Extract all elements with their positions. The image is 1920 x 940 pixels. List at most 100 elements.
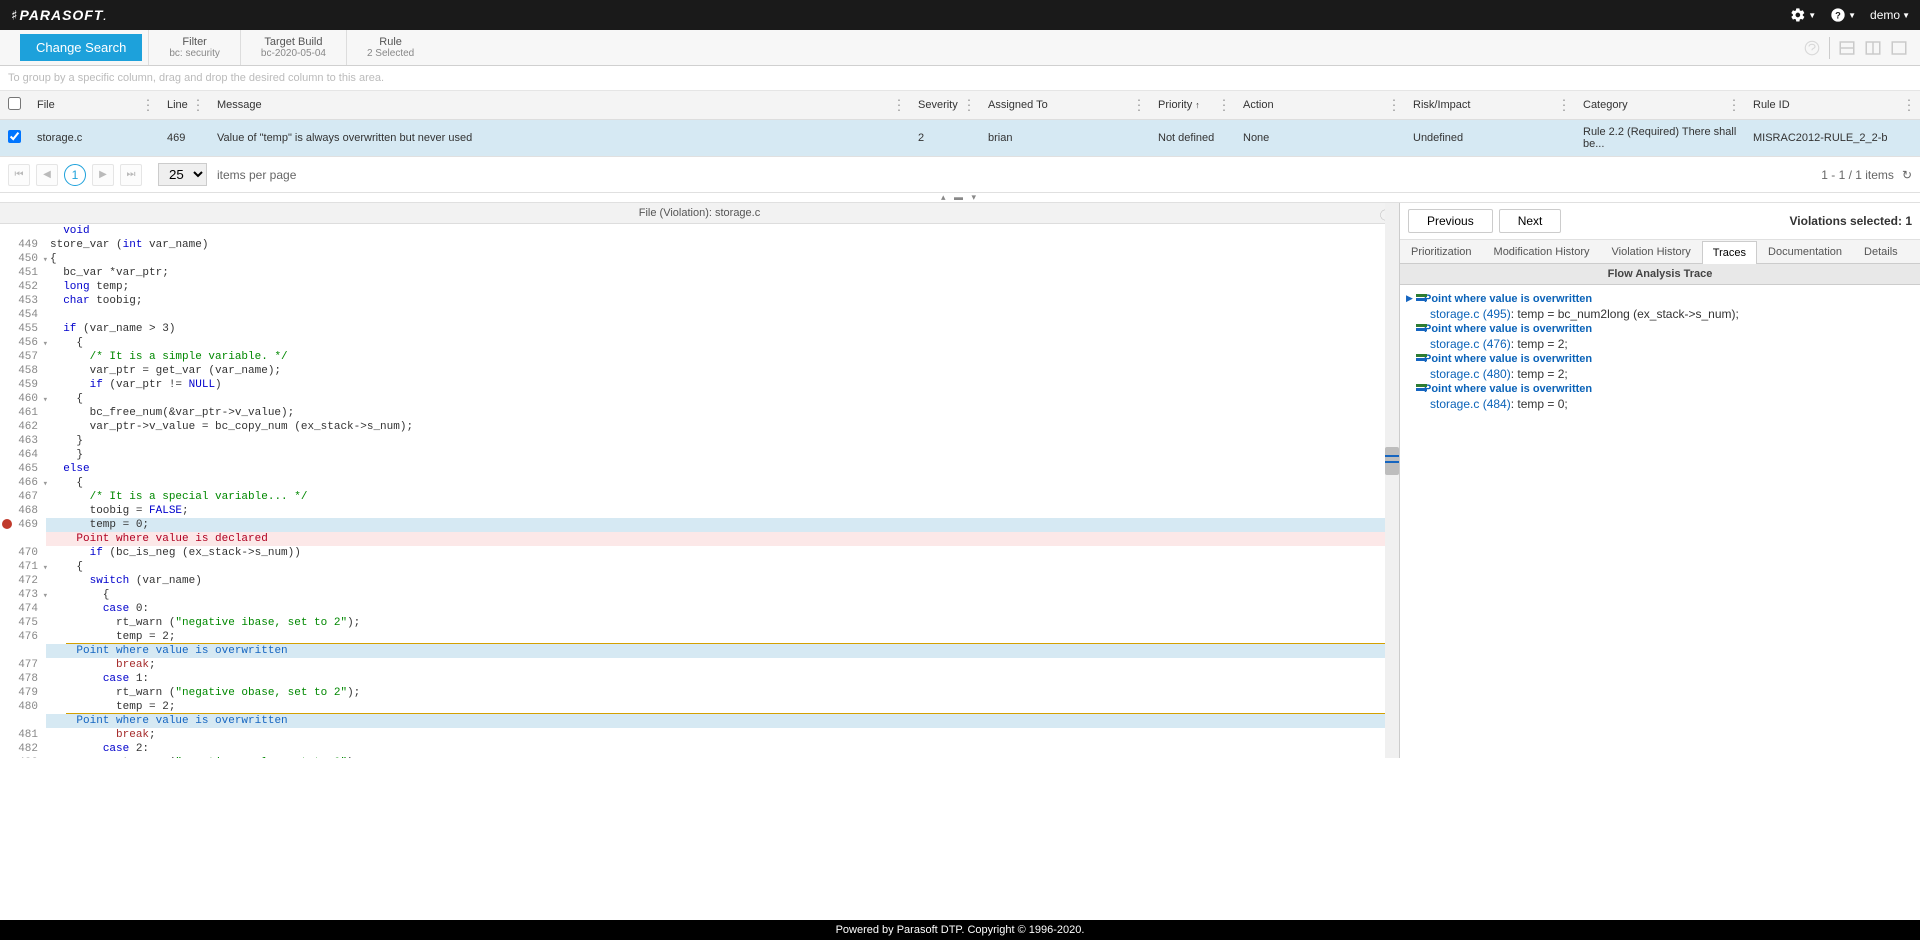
tab-prioritization[interactable]: Prioritization: [1400, 240, 1483, 263]
table-row[interactable]: storage.c 469 Value of "temp" is always …: [0, 120, 1920, 157]
filter-item-build[interactable]: Target Build bc-2020-05-04: [240, 30, 346, 65]
trace-item[interactable]: ▶ Point where value is overwritten: [1404, 291, 1916, 307]
prev-page-button[interactable]: ◀: [36, 164, 58, 186]
row-checkbox[interactable]: [8, 130, 21, 143]
line-number: 465: [0, 462, 46, 476]
code-line: 469 temp = 0;: [0, 518, 1399, 532]
trace-item[interactable]: Point where value is overwritten: [1404, 351, 1916, 367]
cell-action: None: [1235, 120, 1405, 157]
line-number: 481: [0, 728, 46, 742]
tab-violation-history[interactable]: Violation History: [1601, 240, 1702, 263]
col-line[interactable]: Line⋮: [159, 91, 209, 120]
tab-documentation[interactable]: Documentation: [1757, 240, 1853, 263]
code-line: 454: [0, 308, 1399, 322]
filter-label: Target Build: [264, 36, 322, 48]
code-line: 452 long temp;: [0, 280, 1399, 294]
trace-link[interactable]: Point where value is overwritten: [1424, 383, 1592, 395]
filter-item-filter[interactable]: Filter bc: security: [148, 30, 240, 65]
code-line: Point where value is declared: [0, 532, 1399, 546]
source-text: case 1:: [46, 672, 1399, 686]
fold-icon[interactable]: ▾: [43, 589, 48, 603]
code-line: 466▾ {: [0, 476, 1399, 490]
select-all-checkbox[interactable]: [8, 97, 21, 110]
tab-details[interactable]: Details: [1853, 240, 1909, 263]
line-number: 463: [0, 434, 46, 448]
next-button[interactable]: Next: [1499, 209, 1562, 233]
user-menu[interactable]: demo ▼: [1870, 8, 1910, 22]
fold-icon[interactable]: ▾: [43, 253, 48, 267]
trace-source-link[interactable]: storage.c (495): [1430, 307, 1511, 321]
line-number: 475: [0, 616, 46, 630]
line-number: 454: [0, 308, 46, 322]
help-menu[interactable]: ? ▼: [1830, 7, 1856, 23]
tab-traces[interactable]: Traces: [1702, 241, 1757, 264]
col-action[interactable]: Action⋮: [1235, 91, 1405, 120]
scroll-marker: [1385, 455, 1399, 457]
fold-icon[interactable]: ▾: [43, 561, 48, 575]
col-file[interactable]: File⋮: [29, 91, 159, 120]
col-severity[interactable]: Severity⋮: [910, 91, 980, 120]
scrollbar-track[interactable]: [1385, 203, 1399, 758]
tab-modification-history[interactable]: Modification History: [1483, 240, 1601, 263]
violation-marker-icon[interactable]: [2, 519, 12, 529]
filterbar: Change Search Filter bc: security Target…: [0, 30, 1920, 66]
code-line: 460▾ {: [0, 392, 1399, 406]
line-number: 469: [0, 518, 46, 532]
pagination: ⏮ ◀ 1 ▶ ⏭ 25 items per page 1 - 1 / 1 it…: [0, 156, 1920, 193]
source-text: rt_warn ("negative ibase, set to 2");: [46, 616, 1399, 630]
line-number: 457: [0, 350, 46, 364]
col-risk[interactable]: Risk/Impact⋮: [1405, 91, 1575, 120]
trace-source-link[interactable]: storage.c (480): [1430, 367, 1511, 381]
col-ruleid[interactable]: Rule ID⋮: [1745, 91, 1920, 120]
code-line: 455 if (var_name > 3): [0, 322, 1399, 336]
last-page-button[interactable]: ⏭: [120, 164, 142, 186]
trace-source-link[interactable]: storage.c (476): [1430, 337, 1511, 351]
trace-link[interactable]: Point where value is overwritten: [1424, 293, 1592, 305]
trace-link[interactable]: Point where value is overwritten: [1424, 323, 1592, 335]
source-text: {: [46, 476, 1399, 490]
cell-risk: Undefined: [1405, 120, 1575, 157]
settings-menu[interactable]: ▼: [1790, 7, 1816, 23]
expand-icon[interactable]: ▶: [1406, 293, 1413, 304]
horizontal-splitter[interactable]: ▴ ▬ ▾: [0, 193, 1920, 203]
code-line: 477 break;: [0, 658, 1399, 672]
cell-category: Rule 2.2 (Required) There shall be...: [1575, 120, 1745, 157]
line-number: 482: [0, 742, 46, 756]
fold-icon[interactable]: ▾: [43, 393, 48, 407]
page-size-select[interactable]: 25: [158, 163, 207, 186]
code-editor[interactable]: void449store_var (int var_name)450▾{451 …: [0, 224, 1399, 758]
filter-item-rule[interactable]: Rule 2 Selected: [346, 30, 434, 65]
code-line: 457 /* It is a simple variable. */: [0, 350, 1399, 364]
change-search-button[interactable]: Change Search: [20, 34, 142, 61]
trace-item[interactable]: Point where value is overwritten: [1404, 381, 1916, 397]
trace-item[interactable]: Point where value is overwritten: [1404, 321, 1916, 337]
layout-icon-3[interactable]: [1890, 39, 1908, 57]
cell-severity: 2: [910, 120, 980, 157]
code-line: 478 case 1:: [0, 672, 1399, 686]
trace-source-link[interactable]: storage.c (484): [1430, 397, 1511, 411]
line-number: 477: [0, 658, 46, 672]
line-number: 455: [0, 322, 46, 336]
code-line: 461 bc_free_num(&var_ptr->v_value);: [0, 406, 1399, 420]
next-page-button[interactable]: ▶: [92, 164, 114, 186]
col-priority[interactable]: Priority ↑⋮: [1150, 91, 1235, 120]
fold-icon[interactable]: ▾: [43, 337, 48, 351]
line-number: 471▾: [0, 560, 46, 574]
layout-icon-1[interactable]: [1838, 39, 1856, 57]
previous-button[interactable]: Previous: [1408, 209, 1493, 233]
trace-link[interactable]: Point where value is overwritten: [1424, 353, 1592, 365]
col-message[interactable]: Message⋮: [209, 91, 910, 120]
source-text: void: [46, 224, 1399, 238]
layout-icon-2[interactable]: [1864, 39, 1882, 57]
first-page-button[interactable]: ⏮: [8, 164, 30, 186]
fold-icon[interactable]: ▾: [43, 477, 48, 491]
col-assigned[interactable]: Assigned To⋮: [980, 91, 1150, 120]
code-line: 464 }: [0, 448, 1399, 462]
main-split: File (Violation): storage.c ⓘ void449sto…: [0, 203, 1920, 758]
brain-icon[interactable]: [1803, 39, 1821, 57]
col-category[interactable]: Category⋮: [1575, 91, 1745, 120]
refresh-icon[interactable]: ↻: [1902, 168, 1912, 182]
trace-detail: storage.c (484): temp = 0;: [1404, 397, 1916, 411]
code-line: 481 break;: [0, 728, 1399, 742]
page-number[interactable]: 1: [64, 164, 86, 186]
